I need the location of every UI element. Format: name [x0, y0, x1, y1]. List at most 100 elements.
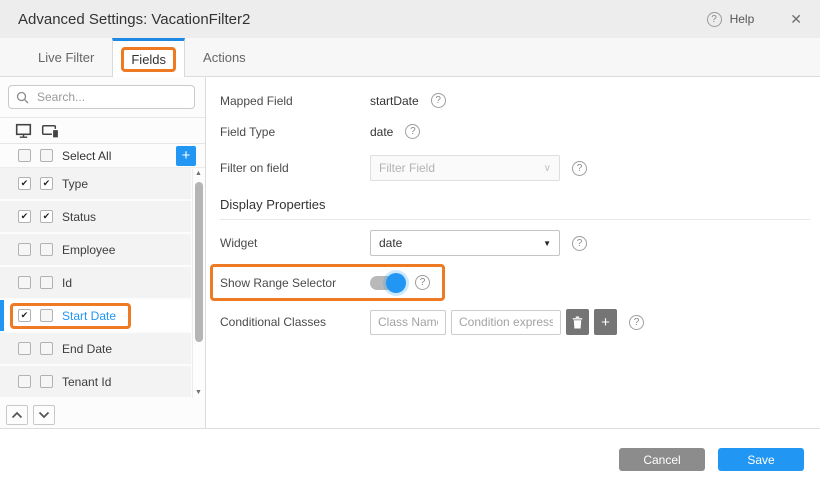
- mobile-checkbox[interactable]: ✔: [40, 210, 53, 223]
- mobile-checkbox[interactable]: [40, 309, 53, 322]
- list-item-content: Tenant Id: [18, 375, 111, 389]
- dialog-body: Select All + ✔ ✔ Type ✔ ✔ Status Employee Id ✔ St…: [0, 77, 820, 429]
- list-item-id[interactable]: Id: [0, 267, 191, 298]
- list-item-tenant-id[interactable]: Tenant Id: [0, 366, 191, 397]
- tab-actions[interactable]: Actions: [185, 38, 264, 76]
- widget-label: Widget: [220, 236, 370, 250]
- field-rows: ✔ ✔ Type ✔ ✔ Status Employee Id ✔ Start Date End D…: [0, 168, 191, 400]
- widget-row: Widget date ▼ ?: [220, 230, 820, 256]
- filter-field-placeholder: Filter Field: [379, 161, 435, 175]
- scroll-up-icon[interactable]: ▲: [195, 169, 202, 179]
- move-down-button[interactable]: [33, 405, 55, 425]
- list-item-label: Status: [62, 210, 96, 224]
- add-class-button[interactable]: +: [594, 309, 617, 335]
- select-all-mobile-checkbox[interactable]: [40, 149, 53, 162]
- list-item-status[interactable]: ✔ ✔ Status: [0, 201, 191, 232]
- filter-on-field-help-icon[interactable]: ?: [572, 161, 587, 176]
- tab-bar: Live Filter Fields Actions: [0, 38, 820, 77]
- mobile-checkbox[interactable]: [40, 342, 53, 355]
- search-container: [0, 77, 205, 118]
- show-range-selector-row: Show Range Selector ?: [220, 264, 820, 301]
- show-range-selector-label: Show Range Selector: [220, 276, 370, 290]
- mobile-checkbox[interactable]: ✔: [40, 177, 53, 190]
- mobile-icon: [41, 123, 61, 139]
- field-type-value: date: [370, 125, 393, 139]
- desktop-checkbox[interactable]: [18, 276, 31, 289]
- show-range-selector-toggle[interactable]: [370, 276, 403, 290]
- list-item-label: Id: [62, 276, 72, 290]
- field-list: ✔ ✔ Type ✔ ✔ Status Employee Id ✔ Start Date End D…: [0, 168, 205, 400]
- move-up-button[interactable]: [6, 405, 28, 425]
- filter-field-select: Filter Field ∨: [370, 155, 560, 181]
- list-item-label: End Date: [62, 342, 112, 356]
- widget-help-icon[interactable]: ?: [572, 236, 587, 251]
- search-input[interactable]: [35, 89, 187, 105]
- class-name-input[interactable]: [370, 310, 446, 335]
- delete-class-button[interactable]: [566, 309, 589, 335]
- desktop-checkbox[interactable]: [18, 375, 31, 388]
- show-range-selector-annotation: Show Range Selector ?: [210, 264, 445, 301]
- field-settings-panel: Mapped Field startDate ? Field Type date…: [206, 77, 820, 428]
- mapped-field-label: Mapped Field: [220, 94, 370, 108]
- list-item-label: Employee: [62, 243, 115, 257]
- select-all-label: Select All: [62, 149, 111, 163]
- list-item-content: Id: [18, 276, 72, 290]
- desktop-checkbox[interactable]: ✔: [18, 210, 31, 223]
- field-type-label: Field Type: [220, 125, 370, 139]
- cancel-button[interactable]: Cancel: [619, 448, 705, 471]
- search-box[interactable]: [8, 85, 195, 109]
- fields-sidebar: Select All + ✔ ✔ Type ✔ ✔ Status Employee Id ✔ St…: [0, 77, 206, 428]
- scrollbar-thumb[interactable]: [195, 182, 203, 342]
- mobile-checkbox[interactable]: [40, 375, 53, 388]
- conditional-classes-row: Conditional Classes + ?: [220, 309, 820, 335]
- chevron-down-icon: ∨: [544, 163, 551, 174]
- widget-value: date: [379, 236, 402, 250]
- list-item-employee[interactable]: Employee: [0, 234, 191, 265]
- mobile-checkbox[interactable]: [40, 243, 53, 256]
- mapped-field-row: Mapped Field startDate ?: [220, 93, 820, 108]
- list-item-label: Type: [62, 177, 88, 191]
- close-icon[interactable]: ✕: [790, 11, 802, 28]
- help-label[interactable]: Help: [730, 12, 755, 26]
- mapped-field-value: startDate: [370, 94, 419, 108]
- condition-expression-input[interactable]: [451, 310, 561, 335]
- list-scrollbar[interactable]: ▲ ▼: [192, 169, 204, 398]
- scroll-down-icon[interactable]: ▼: [195, 388, 202, 398]
- show-range-selector-help-icon[interactable]: ?: [415, 275, 430, 290]
- field-type-row: Field Type date ?: [220, 124, 820, 139]
- list-item-content: ✔ ✔ Type: [18, 177, 88, 191]
- search-icon: [16, 91, 29, 104]
- conditional-classes-help-icon[interactable]: ?: [629, 315, 644, 330]
- add-field-button[interactable]: +: [176, 146, 196, 166]
- field-type-help-icon[interactable]: ?: [405, 124, 420, 139]
- select-all-row[interactable]: Select All +: [0, 144, 205, 168]
- desktop-checkbox[interactable]: ✔: [18, 309, 31, 322]
- mapped-field-help-icon[interactable]: ?: [431, 93, 446, 108]
- dialog-footer: Cancel Save: [0, 429, 820, 489]
- list-item-label: Tenant Id: [62, 375, 111, 389]
- reorder-controls: [0, 400, 205, 428]
- desktop-checkbox[interactable]: [18, 342, 31, 355]
- tab-fields[interactable]: Fields: [112, 38, 185, 77]
- list-item-start-date[interactable]: ✔ Start Date: [0, 300, 191, 331]
- desktop-checkbox[interactable]: ✔: [18, 177, 31, 190]
- dialog-header: Advanced Settings: VacationFilter2 ? Hel…: [0, 0, 820, 38]
- advanced-settings-dialog: Advanced Settings: VacationFilter2 ? Hel…: [0, 0, 820, 489]
- save-button[interactable]: Save: [718, 448, 804, 471]
- widget-select[interactable]: date ▼: [370, 230, 560, 256]
- list-item-type[interactable]: ✔ ✔ Type: [0, 168, 191, 199]
- list-item-content: ✔ ✔ Status: [18, 210, 96, 224]
- list-item-label: Start Date: [62, 309, 116, 323]
- select-all-desktop-checkbox[interactable]: [18, 149, 31, 162]
- list-item-end-date[interactable]: End Date: [0, 333, 191, 364]
- dropdown-arrow-icon: ▼: [543, 239, 551, 248]
- mobile-checkbox[interactable]: [40, 276, 53, 289]
- conditional-classes-label: Conditional Classes: [220, 315, 370, 329]
- device-column-header: [0, 118, 205, 144]
- desktop-checkbox[interactable]: [18, 243, 31, 256]
- list-item-content: Employee: [18, 243, 115, 257]
- help-icon[interactable]: ?: [707, 12, 722, 27]
- display-properties-title: Display Properties: [220, 197, 820, 212]
- tab-live-filter[interactable]: Live Filter: [20, 38, 112, 76]
- chevron-down-icon: [38, 411, 50, 419]
